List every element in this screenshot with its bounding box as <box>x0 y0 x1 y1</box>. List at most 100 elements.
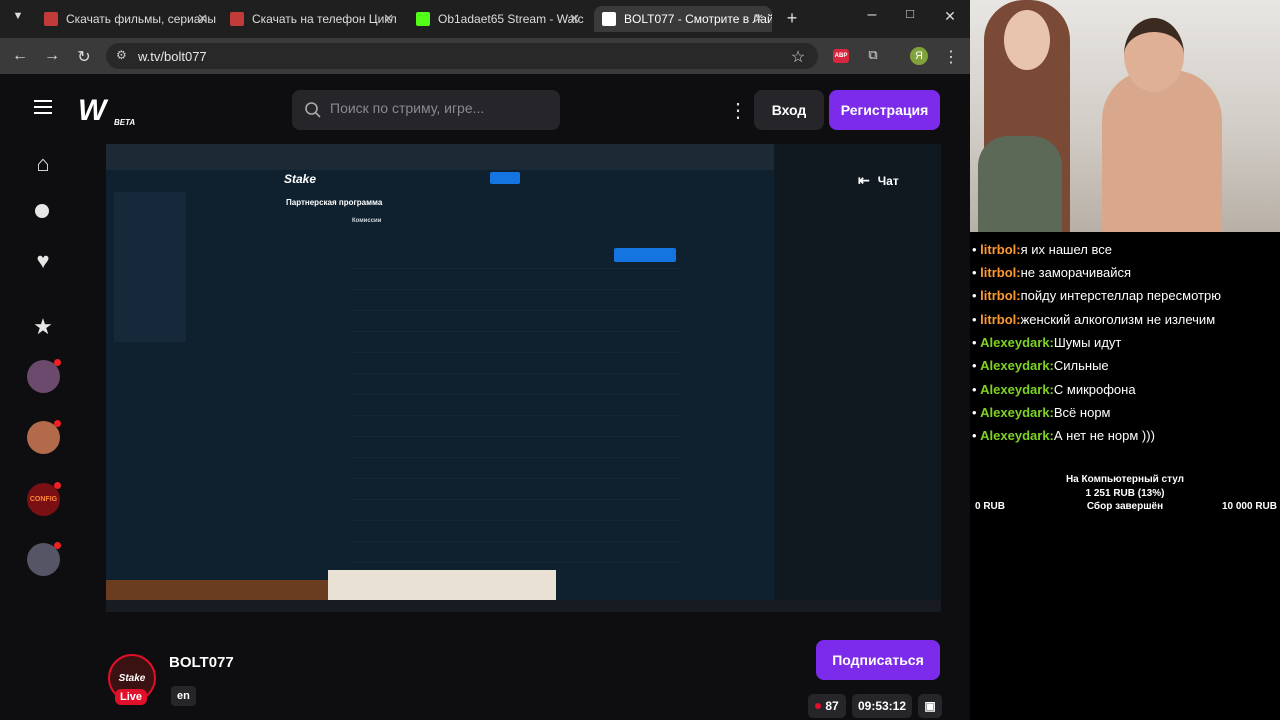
streamer-name[interactable]: BOLT077 <box>169 654 234 671</box>
close-tab-icon[interactable]: ✕ <box>383 11 394 27</box>
chat-message: • Alexeydark:А нет не норм ))) <box>972 428 1155 443</box>
stream-heading: Комиссии <box>352 218 382 224</box>
chat-text: пойду интерстеллар пересмотрю <box>1020 288 1221 303</box>
donation-title: На Компьютерный стул <box>1065 474 1185 485</box>
site-info-icon[interactable]: ⚙ <box>116 48 127 62</box>
tab-title: Скачать фильмы, сериалы <box>66 12 216 26</box>
collapse-chat-icon: ⇤ <box>858 172 870 188</box>
browser-tab-3[interactable]: Ob1adaet65 Stream - Watc ✕ <box>408 6 588 32</box>
browser-tab-2[interactable]: Скачать на телефон Цикл ✕ <box>222 6 402 32</box>
back-icon[interactable]: ← <box>10 47 30 65</box>
webcam-person-right-face <box>1124 18 1184 92</box>
chat-message: • litrbol:я их нашел все <box>972 242 1112 257</box>
close-tab-icon[interactable]: ✕ <box>753 11 764 27</box>
browser-tab-4[interactable]: BOLT077 - Смотрите в Лай ✕ <box>594 6 772 32</box>
window-close-icon[interactable]: ✕ <box>940 8 960 25</box>
chat-message: • Alexeydark:С микрофона <box>972 382 1136 397</box>
star-icon[interactable]: ★ <box>30 314 56 340</box>
stream-page-title: Партнерская программа <box>286 198 383 207</box>
maximize-icon[interactable]: □ <box>900 6 920 21</box>
reload-icon[interactable]: ↻ <box>74 47 94 67</box>
search-box[interactable] <box>292 90 560 130</box>
search-input[interactable] <box>330 100 550 116</box>
chat-nick: litrbol: <box>980 288 1021 303</box>
chat-text: женский алкоголизм не излечим <box>1020 312 1216 327</box>
close-tab-icon[interactable]: ✕ <box>197 11 208 27</box>
stream-blue-button <box>614 248 676 262</box>
tab-search-icon[interactable]: ▼ <box>8 10 28 22</box>
webcam-overlay <box>970 0 1280 232</box>
chat-message: • Alexeydark:Шумы идут <box>972 335 1122 350</box>
chat-message: • Alexeydark:Всё норм <box>972 405 1111 420</box>
extensions-icon[interactable]: ⧉ <box>863 47 883 63</box>
bookmark-star-icon[interactable]: ☆ <box>788 47 808 67</box>
live-dot <box>54 482 61 489</box>
stream-desktop-wallpaper <box>106 580 328 600</box>
tab-title: BOLT077 - Смотрите в Лай <box>624 12 772 26</box>
sidebar-channel-avatar[interactable] <box>27 542 61 576</box>
chat-text: Шумы идут <box>1053 335 1122 350</box>
chat-text: Сильные <box>1053 358 1109 373</box>
webcam-person-right <box>1102 70 1222 232</box>
live-dot <box>54 359 61 366</box>
chat-text: не заморачивайся <box>1020 265 1131 280</box>
close-tab-icon[interactable]: ✕ <box>569 11 580 27</box>
stream-brand: Stake <box>284 172 317 186</box>
tab-favicon <box>44 12 58 26</box>
sidebar-channel-avatar[interactable] <box>27 359 61 393</box>
address-bar[interactable]: ⚙ w.tv/bolt077 <box>106 43 818 69</box>
stream-blue-button <box>490 172 520 184</box>
chat-nick: Alexeydark: <box>980 428 1054 443</box>
browser-toolbar: ← → ↻ ⚙ w.tv/bolt077 ☆ ABP ⧉ Я ⋮ <box>0 38 970 74</box>
stream-left-nav <box>114 192 186 342</box>
donation-goal: На Компьютерный стул 1 251 RUB (13%) 0 R… <box>970 460 1280 720</box>
chat-text: Всё норм <box>1053 405 1111 420</box>
more-options-icon[interactable]: ⋮ <box>728 98 748 123</box>
tab-title: Скачать на телефон Цикл <box>252 12 397 26</box>
new-tab-icon[interactable]: + <box>782 8 802 29</box>
hamburger-menu-icon[interactable] <box>34 100 52 114</box>
browser-tab-bar: ▼ Скачать фильмы, сериалы ✕ Скачать на т… <box>0 0 970 38</box>
live-dot <box>54 420 61 427</box>
tab-favicon <box>416 12 430 26</box>
register-button[interactable]: Регистрация <box>829 90 940 130</box>
logo-beta-label: BETA <box>114 118 136 127</box>
uptime: 09:53:12 <box>852 694 912 718</box>
chat-nick: litrbol: <box>980 242 1021 257</box>
webcam-person-left-face <box>1004 10 1050 70</box>
config-label: CONFIG <box>29 496 58 503</box>
streamer-avatar-text: Stake <box>118 672 146 684</box>
subscribe-button[interactable]: Подписаться <box>816 640 940 680</box>
browser-tab-1[interactable]: Скачать фильмы, сериалы ✕ <box>36 6 216 32</box>
chat-nick: Alexeydark: <box>980 405 1054 420</box>
browser-menu-icon[interactable]: ⋮ <box>941 47 961 67</box>
sidebar-channel-avatar[interactable] <box>27 420 61 454</box>
video-player[interactable]: Stake Партнерская программа Комиссии ⇤ Ч… <box>106 144 941 612</box>
adblock-extension-icon[interactable]: ABP <box>833 49 849 63</box>
minimize-icon[interactable]: – <box>862 6 882 24</box>
forward-icon[interactable]: → <box>42 47 62 65</box>
heart-icon[interactable]: ♥ <box>30 248 56 274</box>
site-logo[interactable]: W <box>78 94 106 128</box>
donation-max: 10 000 RUB <box>1221 501 1277 512</box>
home-icon[interactable]: ⌂ <box>30 151 56 177</box>
chat-message: • litrbol:не заморачивайся <box>972 265 1131 280</box>
chat-toggle[interactable]: ⇤ Чат <box>858 172 899 189</box>
chat-message: • litrbol:женский алкоголизм не излечим <box>972 312 1216 327</box>
stream-table <box>350 268 680 568</box>
chat-nick: Alexeydark: <box>980 335 1054 350</box>
tab-title: Ob1adaet65 Stream - Watc <box>438 12 584 26</box>
language-badge[interactable]: en <box>171 686 196 706</box>
url-text: w.tv/bolt077 <box>138 49 207 64</box>
live-indicator-icon <box>815 703 822 709</box>
login-button[interactable]: Вход <box>754 90 824 130</box>
profile-avatar[interactable]: Я <box>910 47 928 65</box>
chat-text: А нет не норм ))) <box>1053 428 1155 443</box>
webcam-chair <box>978 136 1062 232</box>
chat-nick: Alexeydark: <box>980 382 1054 397</box>
search-nav-icon[interactable] <box>30 199 56 225</box>
sidebar-channel-avatar-config[interactable]: CONFIG <box>27 482 61 516</box>
chat-bubble-icon[interactable]: ▣ <box>918 694 942 718</box>
viewer-count-value: 87 <box>825 699 839 713</box>
chat-text: я их нашел все <box>1020 242 1112 257</box>
